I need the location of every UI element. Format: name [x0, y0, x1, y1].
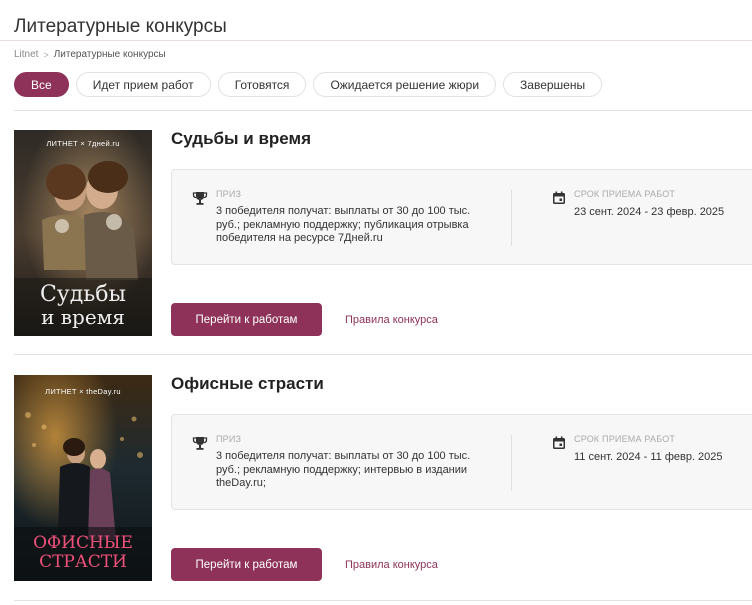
list-divider	[14, 600, 752, 601]
title-divider	[0, 40, 752, 41]
calendar-icon	[553, 436, 565, 449]
breadcrumb-separator: >	[43, 49, 49, 60]
filter-preparing[interactable]: Готовятся	[217, 72, 307, 97]
trophy-icon	[192, 437, 208, 450]
info-separator	[511, 435, 512, 491]
contest-rules-link[interactable]: Правила конкурса	[345, 314, 438, 326]
filter-finished[interactable]: Завершены	[503, 72, 603, 97]
breadcrumb: Litnet > Литературные конкурсы	[14, 49, 166, 60]
deadline-label: СРОК ПРИЕМА РАБОТ	[574, 189, 676, 199]
list-divider	[14, 354, 752, 355]
contest-info-panel: ПРИЗ 3 победителя получат: выплаты от 30…	[171, 414, 752, 510]
filter-all[interactable]: Все	[14, 72, 69, 97]
filter-accepting[interactable]: Идет прием работ	[75, 72, 211, 97]
deadline-dates: 23 сент. 2024 - 23 февр. 2025	[574, 206, 725, 218]
breadcrumb-current: Литературные конкурсы	[53, 49, 166, 60]
trophy-icon	[192, 192, 208, 205]
contest-info-panel: ПРИЗ 3 победителя получат: выплаты от 30…	[171, 169, 752, 265]
contest-cover-image[interactable]: ЛИТНЕТ × theDay.ru ОФИСНЫЕ СТРАСТИ	[14, 375, 152, 581]
breadcrumb-root-link[interactable]: Litnet	[14, 49, 38, 60]
list-divider	[14, 110, 752, 111]
page-title: Литературные конкурсы	[14, 16, 227, 37]
status-filter-bar: Все Идет прием работ Готовятся Ожидается…	[14, 72, 603, 97]
filter-jury-decision[interactable]: Ожидается решение жюри	[313, 72, 497, 97]
contest-cover-image[interactable]: ЛИТНЕТ × 7дней.ru Судьбы и время	[14, 130, 152, 336]
view-works-button[interactable]: Перейти к работам	[171, 303, 322, 336]
cover-title-line2: СТРАСТИ	[39, 552, 127, 572]
cover-title-line2: и время	[41, 305, 125, 329]
prize-label: ПРИЗ	[216, 189, 242, 199]
info-separator	[511, 190, 512, 246]
cover-partners: ЛИТНЕТ × 7дней.ru	[46, 139, 120, 148]
view-works-button[interactable]: Перейти к работам	[171, 548, 322, 581]
prize-label: ПРИЗ	[216, 434, 242, 444]
prize-text: 3 победителя получат: выплаты от 30 до 1…	[216, 450, 471, 489]
deadline-dates: 11 сент. 2024 - 11 февр. 2025	[574, 451, 723, 463]
cover-title-line1: Судьбы	[39, 282, 127, 307]
contest-title[interactable]: Судьбы и время	[171, 129, 311, 149]
cover-title-line1: ОФИСНЫЕ	[33, 533, 133, 553]
contest-rules-link[interactable]: Правила конкурса	[345, 559, 438, 571]
deadline-label: СРОК ПРИЕМА РАБОТ	[574, 434, 676, 444]
contest-title[interactable]: Офисные страсти	[171, 374, 324, 394]
calendar-icon	[553, 191, 565, 204]
cover-partners: ЛИТНЕТ × theDay.ru	[45, 387, 121, 396]
prize-text: 3 победителя получат: выплаты от 30 до 1…	[216, 205, 471, 244]
